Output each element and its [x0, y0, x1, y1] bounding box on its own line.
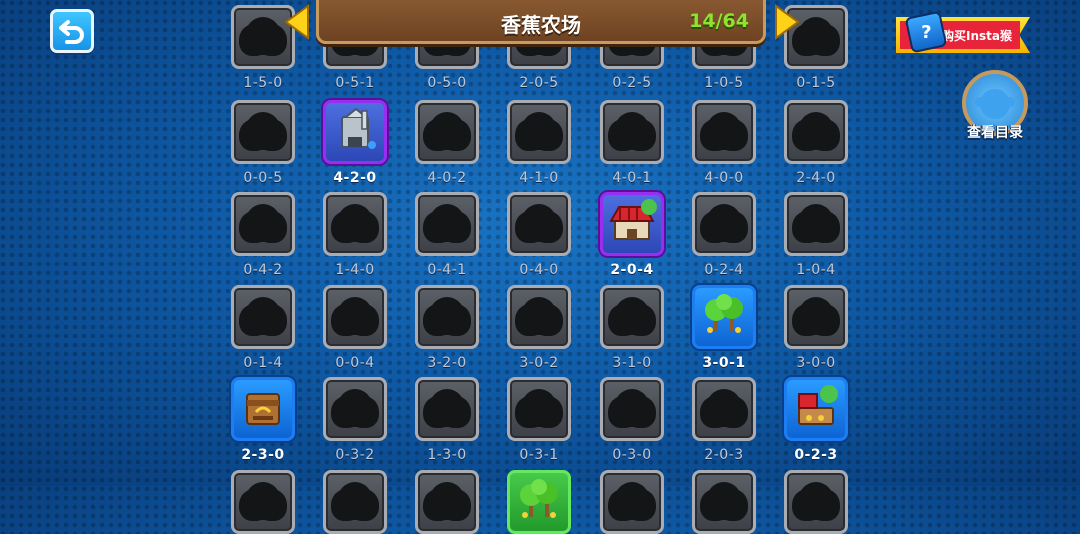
upgrade-tile-locked[interactable]	[507, 100, 571, 164]
upgrade-tile-owned[interactable]	[600, 192, 664, 256]
upgrade-tile-locked[interactable]	[231, 100, 295, 164]
upgrade-tile-locked[interactable]	[415, 100, 479, 164]
upgrade-tile-locked[interactable]	[600, 377, 664, 441]
upgrade-path-label: 1-5-0	[243, 75, 283, 91]
upgrade-tile-locked[interactable]	[692, 100, 756, 164]
catalog-label: 查看目录	[967, 125, 1023, 141]
upgrade-tile-locked[interactable]	[507, 285, 571, 349]
upgrade-tile-locked[interactable]	[415, 285, 479, 349]
back-button[interactable]	[50, 9, 94, 53]
bank-icon	[341, 107, 376, 149]
upgrade-path-label: 4-0-1	[612, 170, 652, 186]
upgrade-tile-locked[interactable]	[784, 192, 848, 256]
upgrade-path-label: 4-0-0	[704, 170, 744, 186]
upgrade-path-label: 1-0-4	[796, 262, 836, 278]
upgrade-tile-owned[interactable]	[507, 470, 571, 534]
upgrade-tile-locked[interactable]	[415, 470, 479, 534]
upgrade-path-label: 2-3-0	[241, 447, 285, 463]
upgrade-tile-locked[interactable]	[415, 192, 479, 256]
upgrade-tile-locked[interactable]	[323, 285, 387, 349]
page-header: 香蕉农场 14/64	[316, 0, 766, 44]
upgrade-path-label: 2-0-3	[704, 447, 744, 463]
upgrade-tile-locked[interactable]	[231, 470, 295, 534]
upgrade-path-label: 0-2-5	[612, 75, 652, 91]
upgrade-tile-locked[interactable]	[323, 192, 387, 256]
upgrade-path-label: 0-3-1	[519, 447, 559, 463]
upgrade-tile-locked[interactable]	[692, 377, 756, 441]
upgrade-tile-locked[interactable]	[692, 470, 756, 534]
upgrade-path-label: 2-0-5	[519, 75, 559, 91]
upgrade-tile-owned[interactable]	[323, 100, 387, 164]
upgrade-path-label: 1-3-0	[427, 447, 467, 463]
upgrade-tile-locked[interactable]	[507, 377, 571, 441]
upgrade-path-label: 4-0-2	[427, 170, 467, 186]
upgrade-path-label: 3-1-0	[612, 355, 652, 371]
crate-icon	[246, 393, 280, 425]
upgrade-path-label: 0-5-0	[427, 75, 467, 91]
upgrade-tile-locked[interactable]	[692, 192, 756, 256]
upgrade-path-label: 3-2-0	[427, 355, 467, 371]
upgrade-tile-locked[interactable]	[323, 470, 387, 534]
upgrade-path-label: 0-0-5	[243, 170, 283, 186]
upgrade-path-label: 0-4-0	[519, 262, 559, 278]
banana-trees-icon	[520, 479, 558, 518]
upgrade-path-label: 2-4-0	[796, 170, 836, 186]
upgrade-path-label: 1-0-5	[704, 75, 744, 91]
upgrade-path-label: 0-4-2	[243, 262, 283, 278]
upgrade-path-label: 0-2-3	[794, 447, 838, 463]
upgrade-path-label: 0-1-4	[243, 355, 283, 371]
upgrade-path-label: 0-0-4	[335, 355, 375, 371]
upgrade-tile-owned[interactable]	[784, 377, 848, 441]
upgrade-path-label: 0-5-1	[335, 75, 375, 91]
upgrade-tile-owned[interactable]	[231, 377, 295, 441]
prev-arrow-icon[interactable]	[282, 4, 312, 40]
upgrade-path-label: 0-1-5	[796, 75, 836, 91]
upgrade-tile-locked[interactable]	[507, 192, 571, 256]
upgrade-path-label: 1-4-0	[335, 262, 375, 278]
upgrade-path-label: 0-3-2	[335, 447, 375, 463]
next-arrow-icon[interactable]	[772, 4, 802, 40]
upgrade-path-label: 3-0-0	[796, 355, 836, 371]
upgrade-tile-locked[interactable]	[600, 285, 664, 349]
stand-icon	[798, 385, 838, 425]
market-icon	[609, 199, 657, 240]
upgrade-path-label: 0-2-4	[704, 262, 744, 278]
upgrade-tile-locked[interactable]	[323, 377, 387, 441]
banana-trees-icon	[705, 294, 743, 333]
upgrade-path-label: 3-0-1	[702, 355, 746, 371]
upgrade-tile-locked[interactable]	[600, 470, 664, 534]
back-arrow-icon	[59, 20, 84, 44]
upgrade-path-label: 4-2-0	[333, 170, 377, 186]
upgrade-tile-owned[interactable]	[692, 285, 756, 349]
question-icon: ?	[904, 10, 948, 54]
upgrade-tile-locked[interactable]	[784, 100, 848, 164]
upgrade-path-label: 4-1-0	[519, 170, 559, 186]
buy-insta-label: 购买Insta猴	[942, 29, 1012, 43]
upgrade-tile-locked[interactable]	[415, 377, 479, 441]
upgrade-path-label: 2-0-4	[610, 262, 654, 278]
upgrade-tile-locked[interactable]	[600, 100, 664, 164]
upgrade-path-label: 3-0-2	[519, 355, 559, 371]
upgrade-tile-locked[interactable]	[231, 285, 295, 349]
upgrade-tile-locked[interactable]	[784, 470, 848, 534]
progress-count: 14/64	[689, 10, 749, 32]
upgrade-tile-locked[interactable]	[784, 285, 848, 349]
upgrade-path-label: 0-3-0	[612, 447, 652, 463]
upgrade-tile-locked[interactable]	[231, 192, 295, 256]
upgrade-path-label: 0-4-1	[427, 262, 467, 278]
